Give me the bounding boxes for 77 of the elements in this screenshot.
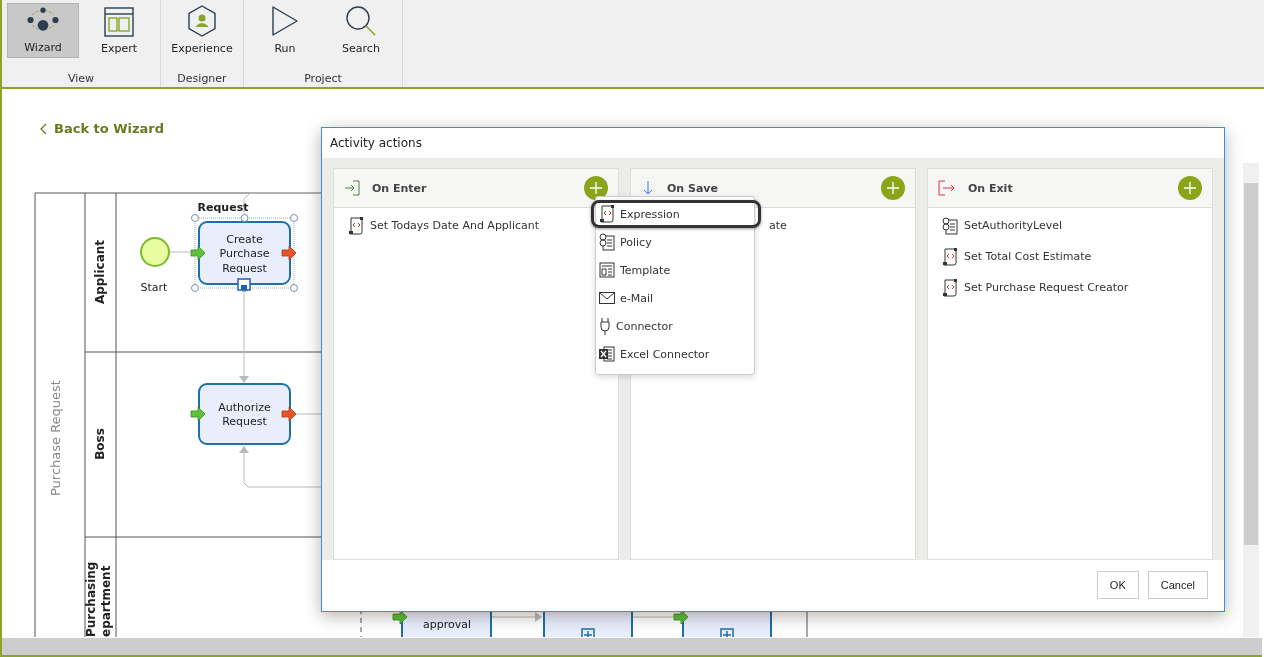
script-icon	[942, 278, 958, 297]
task-label: approval	[423, 618, 471, 631]
enter-icon	[344, 180, 360, 196]
add-button[interactable]	[881, 176, 905, 200]
plug-icon	[599, 317, 611, 335]
entry-arrow-icon	[190, 245, 206, 261]
back-link[interactable]: Back to Wizard	[40, 121, 165, 136]
lane-label: Applicant	[93, 239, 107, 305]
panel-title: On Enter	[372, 181, 428, 195]
task-label: Authorize	[218, 400, 271, 414]
panel-title: On Save	[667, 181, 719, 195]
task-box[interactable]	[198, 221, 291, 285]
panel-title: On Exit	[968, 181, 1014, 195]
plus-icon	[1184, 182, 1196, 194]
chevron-left-icon	[40, 122, 47, 135]
document-icon	[599, 233, 615, 251]
plus-icon	[887, 182, 899, 194]
ribbon-button[interactable]: Run	[249, 3, 321, 58]
menu-item[interactable]: e-Mail	[591, 284, 761, 312]
group-label: Designer	[176, 72, 228, 85]
window-icon	[104, 7, 134, 37]
exit-arrow-icon	[281, 406, 297, 422]
task-box[interactable]	[198, 383, 291, 445]
menu-item[interactable]: Template	[591, 256, 761, 284]
menu-item[interactable]: Excel Connector	[591, 340, 761, 368]
task-label: Purchase	[219, 247, 270, 260]
action-item[interactable]: Set Purchase Request Creator	[942, 278, 1198, 297]
layout-icon	[599, 262, 615, 278]
entry-arrow-icon	[190, 406, 206, 422]
ribbon-button[interactable]: Search	[325, 3, 397, 58]
down-arrow-icon	[641, 180, 655, 196]
group-label: Project	[303, 72, 343, 85]
action-item[interactable]: Set Total Cost Estimate	[942, 247, 1198, 266]
selection-handles[interactable]	[191, 214, 298, 292]
spreadsheet-icon	[599, 346, 615, 362]
task-label: Request	[222, 261, 267, 275]
exit-arrow-icon	[281, 245, 297, 261]
action-item[interactable]: Set Todays Date And Applicant	[348, 216, 604, 235]
subprocess-box[interactable]	[543, 611, 633, 637]
entry-arrow-icon	[392, 609, 408, 625]
dialog-button[interactable]: OK	[1096, 571, 1139, 599]
task-label: Request	[222, 415, 267, 429]
script-icon	[348, 216, 364, 235]
add-button[interactable]	[584, 176, 608, 200]
add-button[interactable]	[1178, 176, 1202, 200]
plus-icon	[590, 182, 602, 194]
horizontal-scrollbar[interactable]	[2, 638, 1262, 657]
dialog-button[interactable]: Cancel	[1147, 571, 1208, 599]
search-icon	[345, 5, 377, 37]
flow-label: Request	[197, 201, 249, 214]
pool-label: Purchase Request	[48, 380, 63, 496]
play-icon	[271, 5, 299, 37]
ribbon-button[interactable]: Experience	[166, 3, 238, 58]
lane-label: epartment	[98, 565, 113, 637]
menu-item[interactable]: Connector	[591, 312, 761, 340]
save-icon	[237, 278, 251, 291]
exit-icon	[938, 180, 956, 196]
task-box[interactable]	[401, 611, 492, 637]
action-item[interactable]: SetAuthorityLevel	[942, 216, 1198, 235]
script-icon	[942, 247, 958, 266]
group-label: View	[66, 72, 96, 85]
lane-label: Boss	[93, 428, 107, 460]
event-label: Start	[140, 281, 168, 294]
ribbon-button[interactable]: Wizard	[7, 3, 79, 58]
start-event[interactable]	[140, 237, 170, 267]
subprocess-box[interactable]	[682, 611, 772, 637]
menu-item[interactable]: Expression	[591, 200, 761, 228]
ribbon-button[interactable]: Expert	[83, 3, 155, 58]
document-icon	[942, 216, 958, 235]
envelope-icon	[599, 292, 615, 304]
task-label: Create	[226, 232, 263, 246]
entry-arrow-icon	[673, 609, 689, 625]
vertical-scrollbar[interactable]	[1243, 163, 1259, 637]
lane-label: Purchasing	[83, 561, 98, 637]
hexagon-user-icon	[187, 5, 217, 37]
dialog-title: Activity actions	[330, 136, 422, 150]
script-icon	[599, 205, 615, 223]
